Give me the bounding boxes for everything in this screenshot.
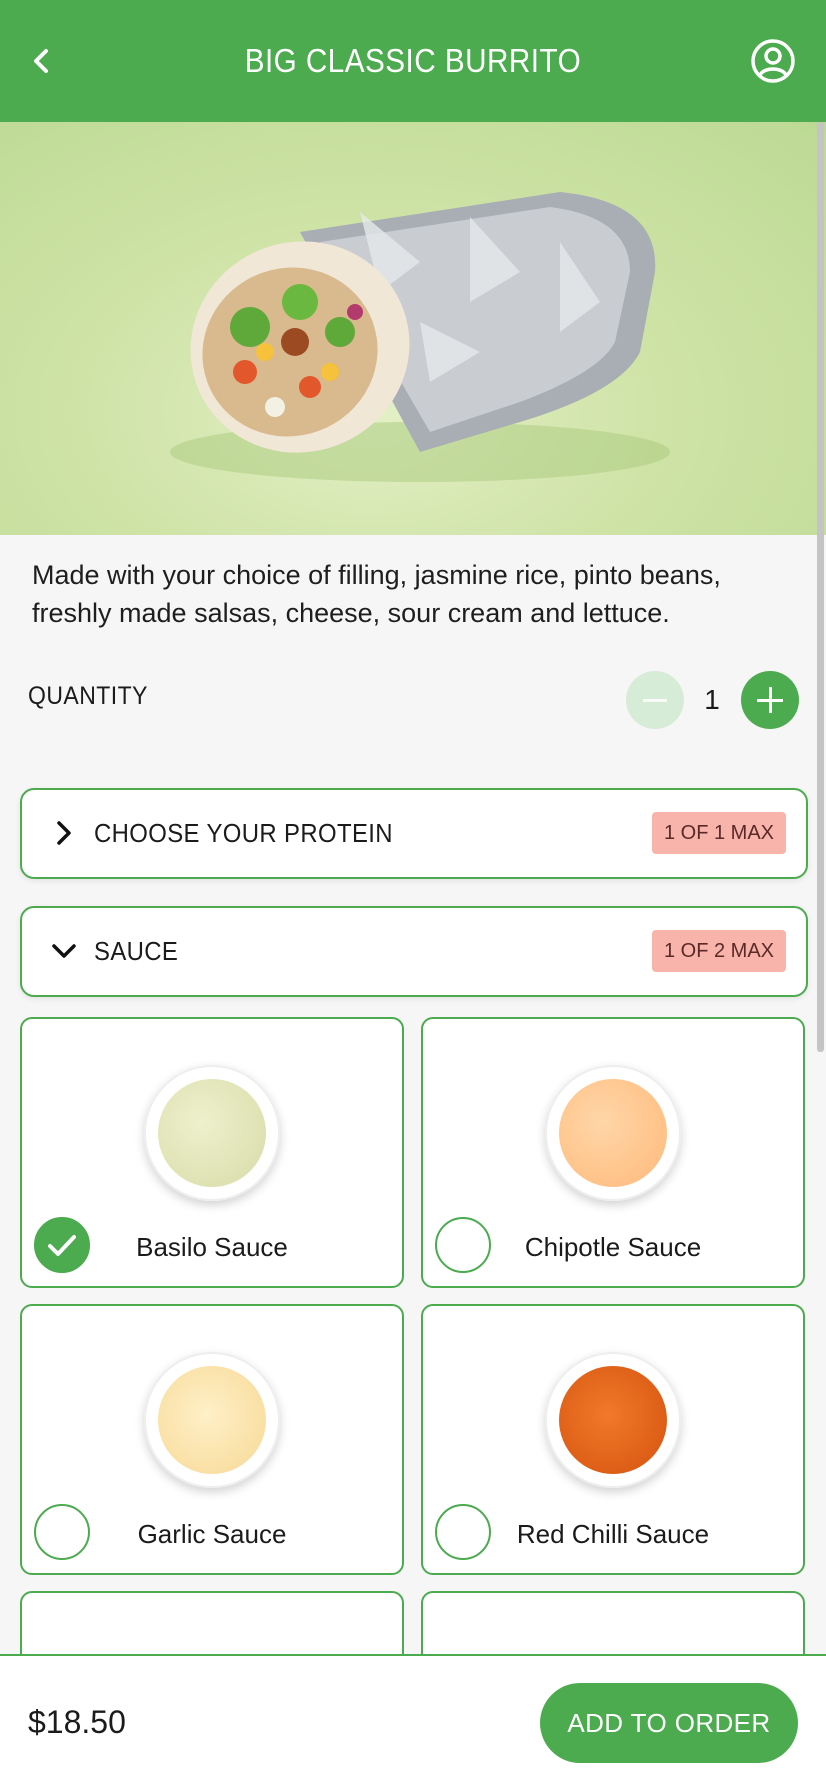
- sauce-name: Basilo Sauce: [136, 1232, 288, 1262]
- sauce-option-basilo[interactable]: Basilo Sauce: [20, 1017, 404, 1288]
- chevron-right-icon: [57, 821, 71, 845]
- sauce-name: Chipotle Sauce: [524, 1232, 702, 1262]
- sauce-option-red-chilli[interactable]: Red Chilli Sauce: [421, 1304, 805, 1575]
- total-price: $18.50: [28, 1704, 126, 1740]
- quantity-label: QUANTITY: [28, 682, 148, 710]
- decrease-quantity-button[interactable]: [626, 671, 684, 729]
- chevron-down-icon: [52, 944, 76, 958]
- selection-limit-badge: 1 OF 1 MAX: [651, 812, 786, 854]
- scrollbar[interactable]: [817, 122, 824, 1052]
- add-to-order-button[interactable]: ADD TO ORDER: [540, 1683, 798, 1763]
- sauce-bowl-image: [545, 1065, 681, 1201]
- sauce-option-chipotle[interactable]: Chipotle Sauce: [421, 1017, 805, 1288]
- order-footer: $18.50 ADD TO ORDER: [0, 1654, 826, 1792]
- sauce-bowl-image: [144, 1352, 280, 1488]
- section-label: CHOOSE YOUR PROTEIN: [94, 818, 393, 848]
- section-label: SAUCE: [94, 936, 179, 966]
- product-image: [0, 122, 826, 535]
- section-choose-protein[interactable]: CHOOSE YOUR PROTEIN 1 OF 1 MAX: [20, 788, 808, 879]
- quantity-value: 1: [704, 684, 720, 715]
- user-circle-icon[interactable]: [750, 38, 796, 84]
- sauce-bowl-image: [545, 1352, 681, 1488]
- top-bar: BIG CLASSIC BURRITO: [0, 0, 826, 122]
- page-title: BIG CLASSIC BURRITO: [244, 42, 582, 79]
- sauce-option-garlic[interactable]: Garlic Sauce: [20, 1304, 404, 1575]
- section-sauce[interactable]: SAUCE 1 OF 2 MAX: [20, 906, 808, 997]
- selection-limit-badge: 1 OF 2 MAX: [651, 930, 786, 972]
- sauce-name: Garlic Sauce: [137, 1519, 287, 1549]
- sauce-bowl-image: [144, 1065, 280, 1201]
- increase-quantity-button[interactable]: [741, 671, 799, 729]
- sauce-name: Red Chilli Sauce: [516, 1519, 710, 1549]
- product-description: Made with your choice of filling, jasmin…: [32, 560, 721, 628]
- chevron-left-icon[interactable]: [22, 41, 62, 81]
